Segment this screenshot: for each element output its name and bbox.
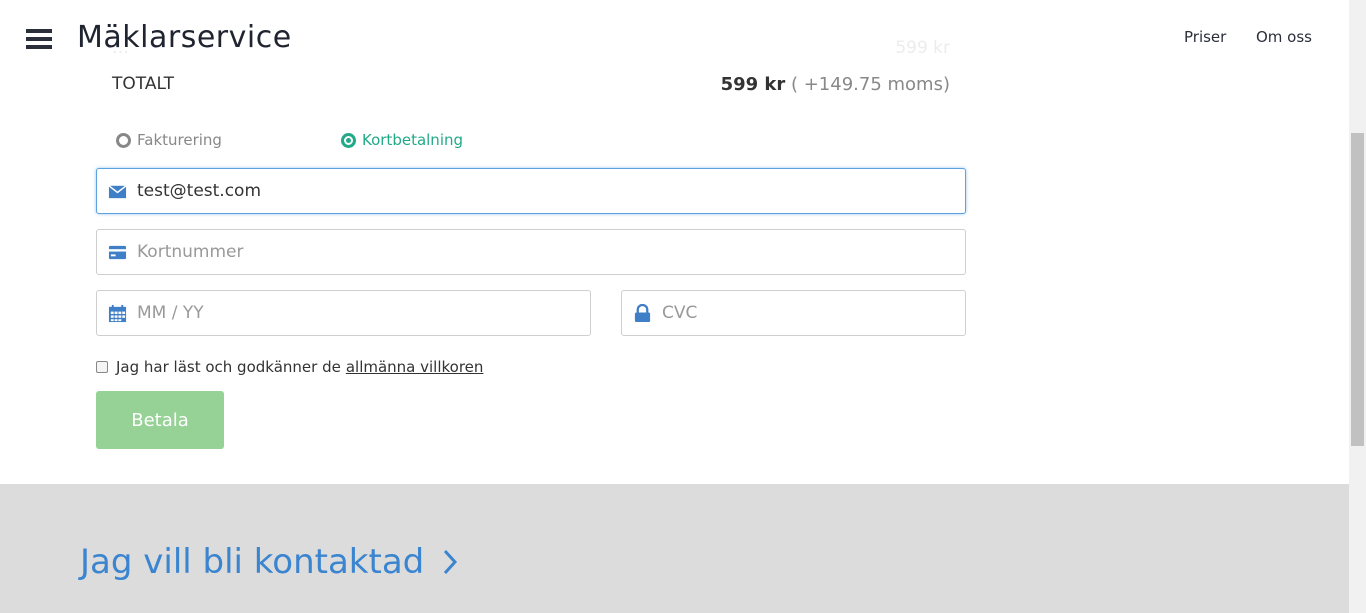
- expiry-field[interactable]: [96, 290, 591, 336]
- calendar-icon: [108, 304, 127, 323]
- total-value: 599 kr ( +149.75 moms): [721, 74, 950, 95]
- email-field[interactable]: [96, 168, 966, 214]
- lock-icon: [634, 304, 651, 323]
- expiry-input[interactable]: [137, 291, 580, 335]
- credit-card-icon: [108, 245, 127, 260]
- brand-logo[interactable]: Mäklarservice: [77, 20, 292, 55]
- contact-label: Jag vill bli kontaktad: [80, 542, 425, 582]
- footer-contact-section: Jag vill bli kontaktad: [0, 484, 1349, 613]
- radio-label: Kortbetalning: [362, 131, 464, 149]
- card-number-input[interactable]: [137, 230, 955, 274]
- total-price: 599 kr: [720, 74, 786, 95]
- total-moms: ( +149.75 moms): [790, 74, 950, 95]
- radio-kortbetalning[interactable]: Kortbetalning: [341, 131, 463, 149]
- pay-button[interactable]: Betala: [96, 391, 224, 449]
- envelope-icon: [108, 185, 127, 199]
- radio-unchecked-icon: [116, 132, 131, 148]
- email-input[interactable]: [137, 169, 955, 213]
- terms-link[interactable]: allmänna villkoren: [346, 358, 484, 376]
- contact-link[interactable]: Jag vill bli kontaktad: [80, 542, 458, 582]
- chevron-right-icon: [444, 549, 458, 575]
- nav-link-om-oss[interactable]: Om oss: [1256, 28, 1312, 46]
- card-number-field[interactable]: [96, 229, 966, 275]
- top-navbar: Mäklarservice Priser Om oss: [0, 0, 1349, 70]
- nav-link-priser[interactable]: Priser: [1184, 28, 1226, 46]
- scrollbar-thumb[interactable]: [1351, 133, 1364, 446]
- cvc-input[interactable]: [662, 291, 955, 335]
- radio-checked-icon: [341, 132, 356, 148]
- total-label: TOTALT: [112, 74, 174, 94]
- hamburger-menu-icon[interactable]: [26, 29, 52, 49]
- scrollbar[interactable]: [1349, 0, 1366, 613]
- terms-row: Jag har läst och godkänner de allmänna v…: [96, 358, 483, 376]
- radio-label: Fakturering: [137, 131, 222, 149]
- terms-checkbox[interactable]: [96, 361, 108, 373]
- terms-text: Jag har läst och godkänner de: [116, 358, 341, 376]
- cvc-field[interactable]: [621, 290, 966, 336]
- radio-fakturering[interactable]: Fakturering: [116, 131, 222, 149]
